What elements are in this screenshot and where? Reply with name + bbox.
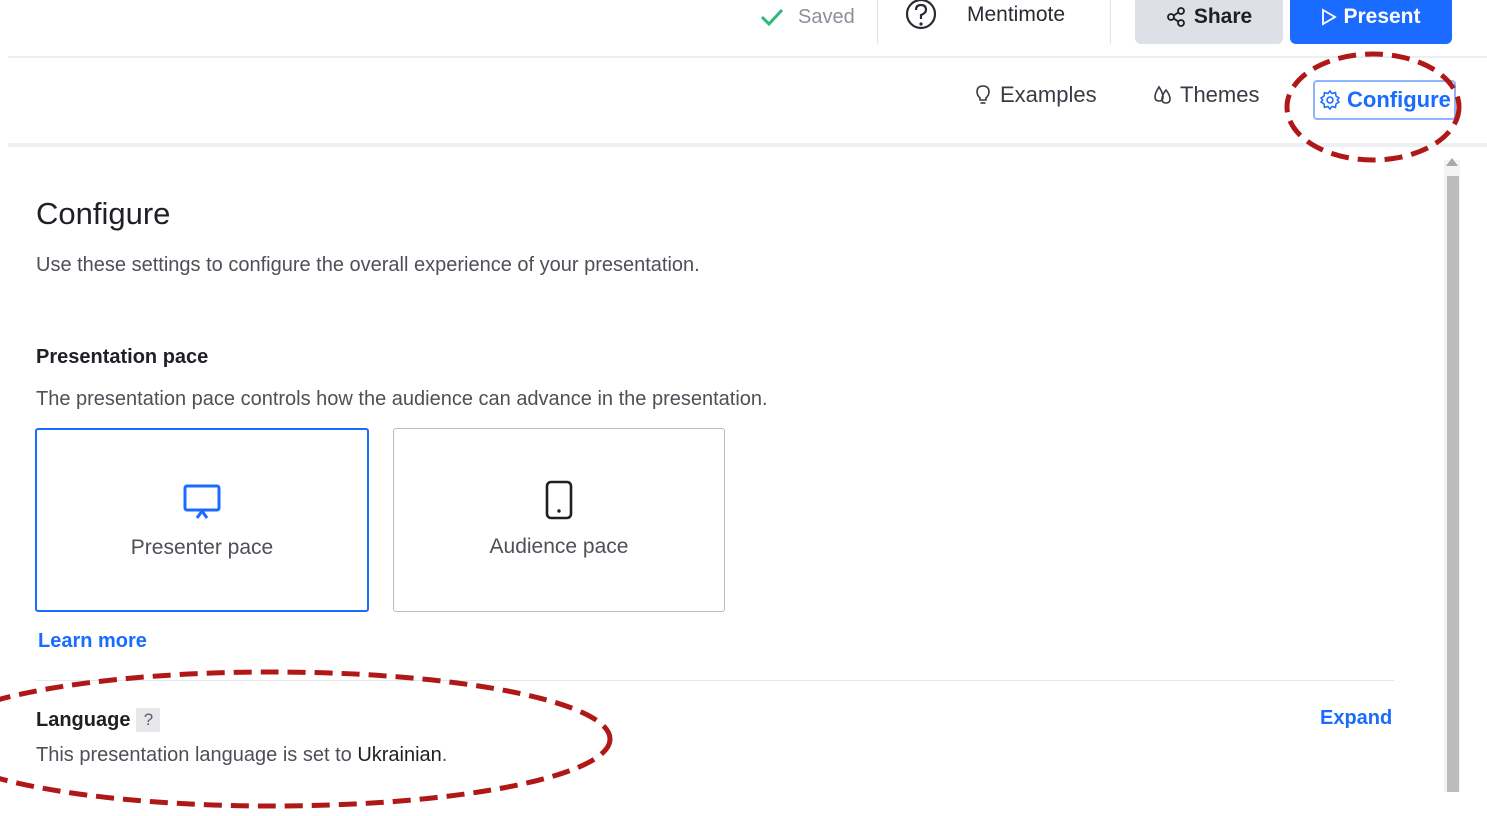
tab-themes[interactable]: Themes <box>1152 82 1259 108</box>
tabs-divider <box>8 143 1487 147</box>
language-section-title: Language ? <box>36 708 161 732</box>
question-circle-icon[interactable] <box>903 0 939 34</box>
gear-icon <box>1319 89 1341 111</box>
audience-pace-label: Audience pace <box>489 535 629 558</box>
section-divider <box>36 680 1394 681</box>
scrollbar-thumb[interactable] <box>1447 176 1459 792</box>
pace-section-description: The presentation pace controls how the a… <box>36 388 768 410</box>
tab-examples[interactable]: Examples <box>972 82 1097 108</box>
presenter-pace-label: Presenter pace <box>130 536 274 559</box>
saved-label: Saved <box>798 5 855 28</box>
presentation-screen-icon <box>183 484 221 519</box>
check-icon <box>760 8 784 27</box>
audience-pace-option[interactable]: Audience pace <box>393 428 725 612</box>
present-label: Present <box>1343 5 1421 28</box>
mentimote-link[interactable]: Mentimote <box>967 3 1065 27</box>
drops-icon <box>1154 85 1171 104</box>
language-description-prefix: This presentation language is set to <box>36 744 358 766</box>
presenter-pace-option[interactable]: Presenter pace <box>35 428 369 612</box>
toolbar-separator <box>1110 0 1111 44</box>
share-button[interactable]: Share <box>1135 0 1283 44</box>
learn-more-link[interactable]: Learn more <box>38 630 147 653</box>
scroll-up-arrow[interactable] <box>1446 158 1458 166</box>
lightbulb-icon <box>976 85 990 104</box>
play-icon <box>1322 8 1338 26</box>
language-description-suffix: . <box>441 744 448 766</box>
language-expand-link[interactable]: Expand <box>1320 707 1392 730</box>
language-section-annotation <box>0 669 613 809</box>
tab-configure-label: Configure <box>1347 87 1451 112</box>
tab-themes-label: Themes <box>1180 82 1260 107</box>
language-help-icon[interactable]: ? <box>136 708 161 732</box>
pace-section-title: Presentation pace <box>36 346 209 368</box>
share-icon <box>1166 7 1185 27</box>
page-description: Use these settings to configure the over… <box>36 254 700 276</box>
language-description: This presentation language is set to Ukr… <box>36 744 447 767</box>
saved-status: Saved <box>760 0 855 34</box>
language-value: Ukrainian <box>357 744 442 766</box>
share-label: Share <box>1193 5 1253 28</box>
mobile-phone-icon <box>545 480 573 520</box>
present-button[interactable]: Present <box>1290 0 1452 44</box>
page-title: Configure <box>36 196 171 231</box>
tab-configure[interactable]: Configure <box>1313 80 1456 120</box>
language-title-label: Language <box>36 708 131 731</box>
toolbar-separator <box>877 0 878 44</box>
topbar-divider <box>8 56 1487 58</box>
tab-examples-label: Examples <box>1000 82 1097 107</box>
top-bar: Saved Mentimote Share Present <box>0 0 1487 57</box>
